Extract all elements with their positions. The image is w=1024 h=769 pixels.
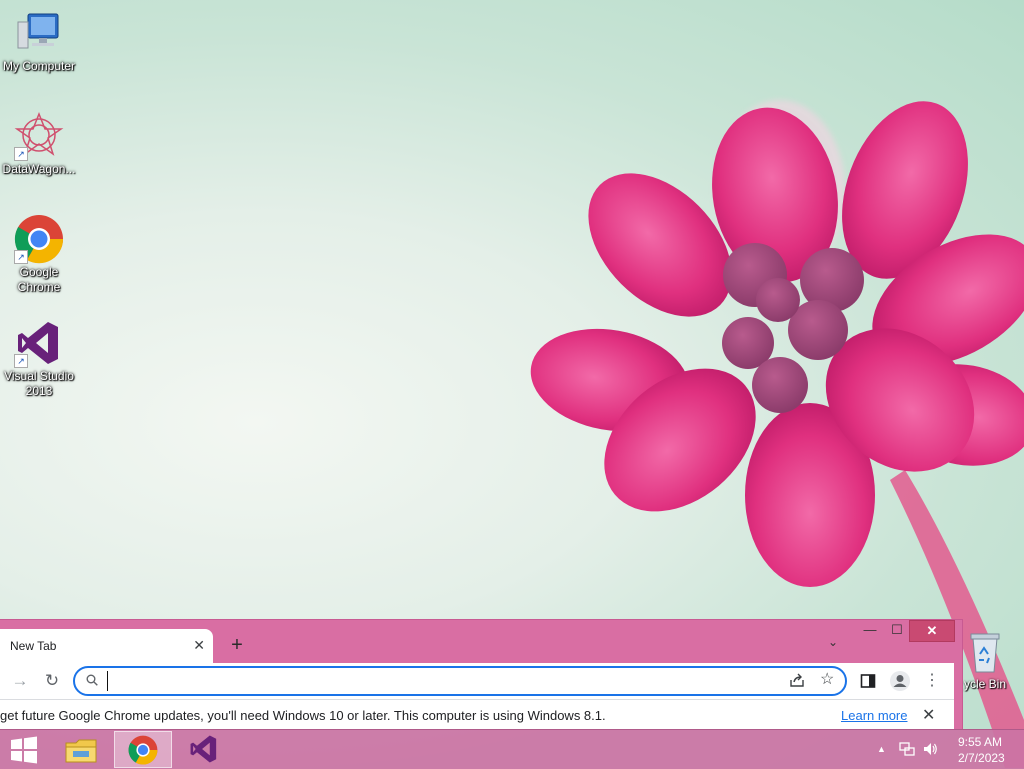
taskbar-file-explorer[interactable] [52,731,110,768]
desktop-icon-label: Google Chrome [17,265,61,294]
desktop-icon-recycle-bin[interactable]: ycle Bin [955,630,1015,691]
infobar-close-button[interactable]: ✕ [922,705,935,725]
desktop-icon-label: Visual Studio 2013 [4,369,74,398]
taskbar: ▲ 9:55 AM 2/7/2023 [0,729,1024,769]
tab-search-button[interactable]: ⌄ [824,635,842,653]
avatar-icon [890,671,910,691]
network-icon[interactable] [899,741,915,757]
desktop-icon-google-chrome[interactable]: ↗ Google Chrome [0,214,78,295]
chrome-window: New Tab ✕ + ⌄ — ☐ ✕ → ↻ ☆ ⋮ get future G… [0,619,963,730]
menu-button[interactable]: ⋮ [920,669,944,693]
desktop-icon-label: DataWagon... [2,162,76,176]
close-window-button[interactable]: ✕ [909,620,955,642]
infobar-message: get future Google Chrome updates, you'll… [0,708,606,723]
desktop-icon-label: ycle Bin [963,677,1007,691]
share-icon[interactable] [787,671,807,691]
shortcut-arrow-icon: ↗ [14,354,28,368]
clock-time: 9:55 AM [958,735,1003,749]
tab-new-tab[interactable]: New Tab ✕ [0,629,213,663]
shortcut-arrow-icon: ↗ [14,250,28,264]
chrome-icon [128,735,158,765]
chrome-icon: ↗ [14,214,64,264]
folder-icon [65,739,97,763]
visual-studio-icon [190,735,217,763]
bookmark-star-icon[interactable]: ☆ [820,670,834,690]
forward-button[interactable]: → [8,669,32,693]
update-infobar: get future Google Chrome updates, you'll… [0,699,954,730]
clock[interactable]: 9:55 AM 2/7/2023 [958,734,1005,766]
side-panel-button[interactable] [856,669,880,693]
new-tab-button[interactable]: + [226,634,248,656]
windows-logo-icon [11,736,37,764]
desktop-icon-my-computer[interactable]: My Computer [0,8,78,74]
tray-expand-button[interactable]: ▲ [877,744,886,754]
learn-more-link[interactable]: Learn more [841,708,907,723]
taskbar-visual-studio[interactable] [176,731,234,768]
shortcut-arrow-icon: ↗ [14,147,28,161]
desktop-icon-visual-studio[interactable]: ↗ Visual Studio 2013 [0,318,78,399]
computer-icon [14,8,64,58]
clock-date: 2/7/2023 [958,751,1005,765]
browser-toolbar: → ↻ ☆ ⋮ [0,663,954,699]
volume-icon[interactable] [922,741,938,757]
start-button[interactable] [0,731,58,768]
address-bar[interactable]: ☆ [73,666,847,696]
desktop-icon-datawagon[interactable]: ↗ DataWagon... [0,111,78,177]
visual-studio-icon: ↗ [14,318,64,368]
side-panel-icon [860,674,876,688]
taskbar-chrome[interactable] [114,731,172,768]
recycle-bin-icon [970,633,1000,673]
datawagon-icon: ↗ [14,111,64,161]
address-input[interactable] [107,671,772,691]
desktop-icon-label: My Computer [2,59,76,73]
reload-button[interactable]: ↻ [40,669,64,693]
search-icon [86,674,98,686]
tab-title: New Tab [10,639,57,653]
profile-button[interactable] [888,669,912,693]
tab-close-button[interactable]: ✕ [193,637,205,654]
